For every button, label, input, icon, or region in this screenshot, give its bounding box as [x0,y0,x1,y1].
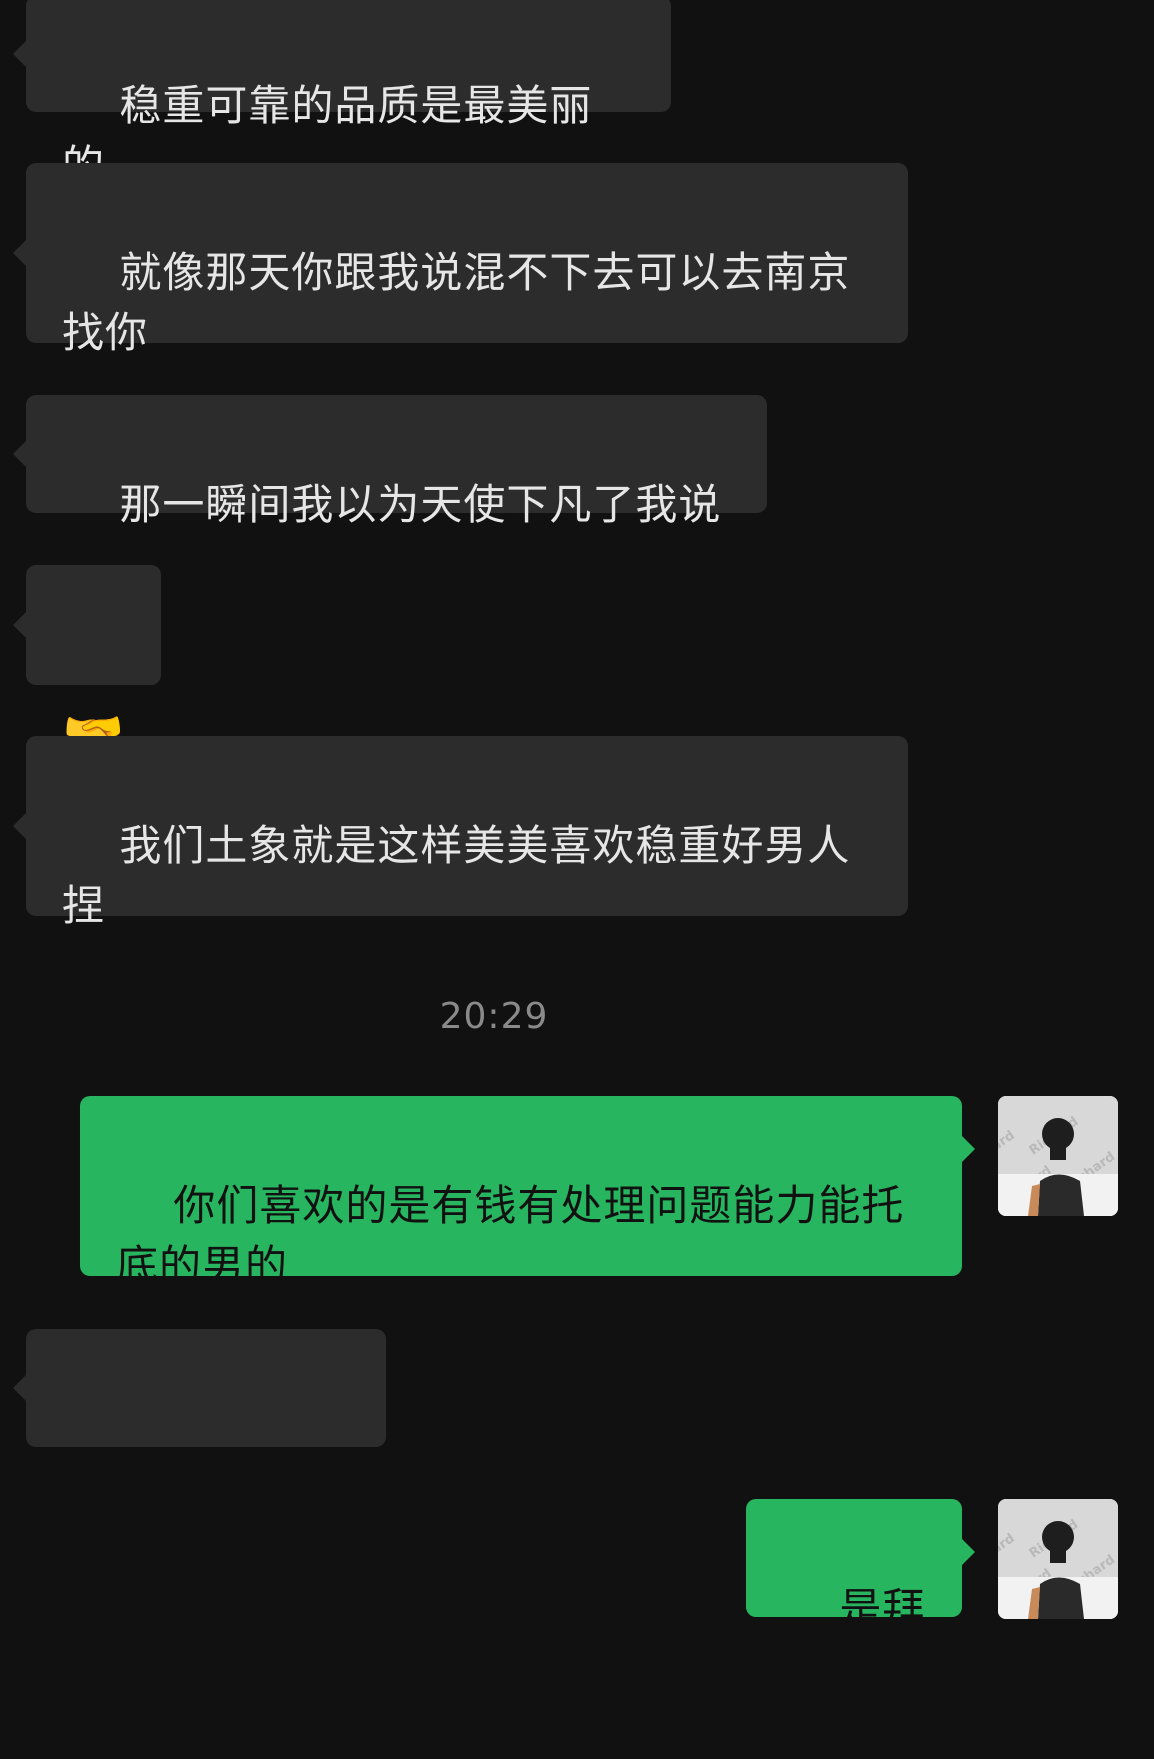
avatar-image: Richard Richard Richard Richard Richard [998,1499,1118,1619]
message-text: 就像那天你跟我说混不下去可以去南京 找你 [62,248,851,357]
message-text: 我们土象就是这样美美喜欢稳重好男人 捏 [62,821,851,930]
message-bubble-incoming[interactable]: 就像那天你跟我说混不下去可以去南京 找你 [13,163,908,357]
user-avatar[interactable]: Richard Richard Richard Richard Richard [998,1499,1118,1619]
message-text: 是拜金 [782,1584,926,1693]
user-avatar[interactable]: Richard Richard Richard Richard Richard [998,1096,1118,1216]
message-bubble-incoming[interactable]: 🤝 [13,565,161,764]
message-bubble-incoming[interactable]: 那一瞬间我以为天使下凡了我说 [13,395,767,529]
message-bubble-incoming[interactable]: 稳重可靠的品质是最美丽的 [13,0,671,190]
message-bubble-outgoing[interactable]: 是拜金 [746,1499,975,1693]
message-bubble-incoming[interactable]: 我们土象就是这样美美喜欢稳重好男人 捏 [13,736,908,930]
message-text: 那一瞬间我以为天使下凡了我说 [119,480,722,529]
message-timestamp: 20:29 [439,996,549,1037]
message-bubble-incoming[interactable] [13,1329,386,1447]
message-text: 你们喜欢的是有钱有处理问题能力能托 底的男的 [116,1181,905,1290]
blurred-message-text [119,1414,377,1463]
avatar-image: Richard Richard Richard Richard Richard [998,1096,1118,1216]
message-bubble-outgoing[interactable]: 你们喜欢的是有钱有处理问题能力能托 底的男的 [80,1096,975,1290]
